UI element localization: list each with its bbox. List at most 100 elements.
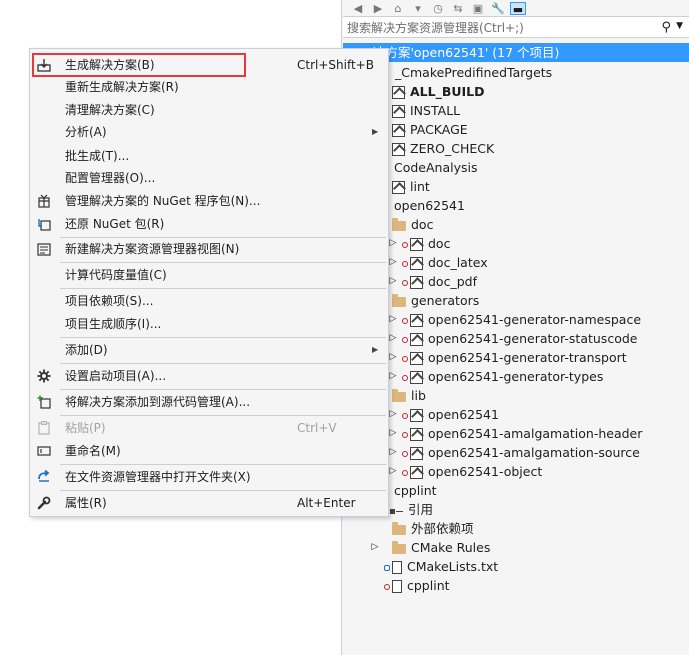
context-menu: 生成解决方案(B) Ctrl+Shift+B 重新生成解决方案(R) 清理解决方… [29,48,389,517]
menu-item-paste[interactable]: 粘贴(P) Ctrl+V [30,417,388,439]
tree-item-doc-pdf[interactable]: ▷ doc_pdf [388,272,477,291]
switch-view-icon[interactable]: ▾ [410,2,426,15]
expand-arrow-icon[interactable]: ▷ [388,405,398,424]
tree-item-doc-latex[interactable]: ▷ doc_latex [388,253,488,272]
project-icon [410,428,423,441]
menu-item-manage-nuget[interactable]: 管理解决方案的 NuGet 程序包(N)... [30,190,388,212]
tree-item-cpplint-file[interactable]: cpplint [384,576,450,595]
menu-item-restore-nuget[interactable]: 还原 NuGet 包(R) [30,213,388,235]
pending-changes-icon[interactable]: ◷ [430,2,446,15]
project-icon [410,238,423,251]
folder-icon [392,217,406,231]
tree-item-external-dependencies[interactable]: 外部依赖项 [392,519,474,538]
menu-separator [60,262,386,263]
tree-item-cmake-predefined-targets[interactable]: _CmakePredifinedTargets [395,63,552,82]
project-icon [410,257,423,270]
menu-item-project-dependencies[interactable]: 项目依赖项(S)... [30,290,388,312]
add-source-control-icon [37,395,51,409]
project-icon [392,143,405,156]
expand-arrow-icon[interactable]: ▷ [388,329,398,348]
excluded-icon [384,583,390,590]
expand-arrow-icon[interactable]: ▷ [388,310,398,329]
excluded-icon [402,336,408,343]
restore-nuget-icon [38,219,51,231]
expand-arrow-icon[interactable]: ▷ [388,443,398,462]
tree-item-doc[interactable]: ▷ doc [388,234,450,253]
tree-item-lint[interactable]: lint [392,177,430,196]
forward-icon[interactable]: ▶ [370,2,386,15]
tree-item-codeanalysis[interactable]: CodeAnalysis [394,158,478,177]
expand-arrow-icon[interactable]: ▷ [388,424,398,443]
tree-item-cmake-rules[interactable]: ▷ CMake Rules [370,538,491,557]
project-icon [392,181,405,194]
wrench-icon [37,496,51,510]
menu-item-batch-build[interactable]: 批生成(T)... [30,145,388,167]
solution-node[interactable]: 决方案'open62541' (17 个项目) [343,43,689,62]
tree-item-cpplint-project[interactable]: cpplint [394,481,437,500]
new-view-icon [37,243,51,256]
menu-item-clean-solution[interactable]: 清理解决方案(C) [30,99,388,121]
search-placeholder: 搜索解决方案资源管理器(Ctrl+;) [347,20,524,35]
tree-item-package[interactable]: PACKAGE [392,120,468,139]
tree-item-references[interactable]: 引用 [390,500,433,519]
expand-arrow-icon[interactable]: ▷ [370,538,380,557]
tree-item-generator-namespace[interactable]: ▷ open62541-generator-namespace [388,310,641,329]
project-icon [392,124,405,137]
tree-item-zero-check[interactable]: ZERO_CHECK [392,139,494,158]
menu-item-build-solution[interactable]: 生成解决方案(B) Ctrl+Shift+B [30,54,388,76]
tree-item-generators-folder[interactable]: generators [392,291,479,310]
rename-icon [37,446,51,456]
tree-item-all-build[interactable]: ALL_BUILD [392,82,485,101]
menu-item-rename[interactable]: 重命名(M) [30,440,388,462]
expand-arrow-icon[interactable]: ▷ [388,253,398,272]
project-icon [410,371,423,384]
paste-icon [38,421,50,435]
menu-item-set-startup-projects[interactable]: 设置启动项目(A)... [30,365,388,387]
tree-item-open62541-lib[interactable]: ▷ open62541 [388,405,499,424]
menu-item-configuration-manager[interactable]: 配置管理器(O)... [30,167,388,189]
tree-item-open62541-folder[interactable]: open62541 [394,196,465,215]
search-input[interactable]: 搜索解决方案资源管理器(Ctrl+;) ⚲ ▼ [343,16,689,38]
expand-arrow-icon[interactable]: ▷ [388,348,398,367]
solution-explorer: ◀ ▶ ⌂ ▾ ◷ ⇆ ▣ 🔧 ▬ 搜索解决方案资源管理器(Ctrl+;) ⚲ … [341,0,689,655]
menu-item-properties[interactable]: 属性(R) Alt+Enter [30,492,388,514]
menu-item-add[interactable]: 添加(D) ▶ [30,339,388,361]
tree-item-generator-statuscode[interactable]: ▷ open62541-generator-statuscode [388,329,637,348]
nuget-package-icon [38,194,50,208]
expand-arrow-icon[interactable]: ▷ [388,272,398,291]
menu-separator [60,464,386,465]
project-icon [410,352,423,365]
folder-icon [392,293,406,307]
tree-item-doc-folder[interactable]: doc [392,215,433,234]
sync-icon[interactable]: ⇆ [450,2,466,15]
tree-item-generator-transport[interactable]: ▷ open62541-generator-transport [388,348,627,367]
menu-item-add-to-source-control[interactable]: 将解决方案添加到源代码管理(A)... [30,391,388,413]
search-icon[interactable]: ⚲ [661,20,671,35]
menu-item-rebuild-solution[interactable]: 重新生成解决方案(R) [30,76,388,98]
tree-item-amalgamation-header[interactable]: ▷ open62541-amalgamation-header [388,424,642,443]
tree-item-amalgamation-source[interactable]: ▷ open62541-amalgamation-source [388,443,640,462]
expand-arrow-icon[interactable]: ▷ [388,367,398,386]
expand-arrow-icon[interactable]: ▷ [388,234,398,253]
menu-item-new-explorer-view[interactable]: 新建解决方案资源管理器视图(N) [30,238,388,260]
tree-item-install[interactable]: INSTALL [392,101,460,120]
menu-item-code-metrics[interactable]: 计算代码度量值(C) [30,264,388,286]
expand-arrow-icon[interactable]: ▷ [388,462,398,481]
folder-icon [392,540,406,554]
home-icon[interactable]: ⌂ [390,2,406,15]
tree-item-open62541-object[interactable]: ▷ open62541-object [388,462,542,481]
tree-item-cmakelists[interactable]: CMakeLists.txt [384,557,498,576]
submenu-arrow-icon: ▶ [372,127,379,136]
tree-item-generator-types[interactable]: ▷ open62541-generator-types [388,367,603,386]
menu-item-build-order[interactable]: 项目生成顺序(I)... [30,313,388,335]
collapse-all-icon[interactable]: ▣ [470,2,486,15]
tree-item-lib-folder[interactable]: lib [392,386,426,405]
menu-separator [60,490,386,491]
menu-item-open-in-file-explorer[interactable]: 在文件资源管理器中打开文件夹(X) [30,466,388,488]
chevron-down-icon[interactable]: ▼ [676,21,683,31]
preview-icon[interactable]: ▬ [510,1,526,16]
menu-item-analyze[interactable]: 分析(A) ▶ [30,121,388,143]
menu-separator [60,389,386,390]
properties-icon[interactable]: 🔧 [490,2,506,15]
back-icon[interactable]: ◀ [350,2,366,15]
